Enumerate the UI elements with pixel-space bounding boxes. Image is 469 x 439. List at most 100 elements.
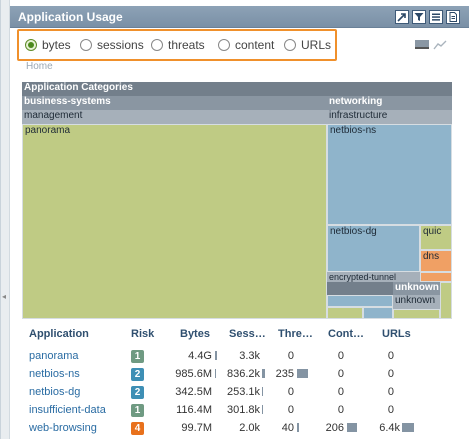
widget-titlebar: Application Usage xyxy=(10,6,469,28)
treemap-leaf-small[interactable] xyxy=(393,309,440,319)
radio-urls[interactable]: URLs xyxy=(284,38,331,52)
treemap-subcategory-infrastructure[interactable]: infrastructure xyxy=(327,110,452,124)
radio-label: URLs xyxy=(301,38,332,52)
table-row[interactable]: insufficient-data 1 116.4M 301.8k 0 0 0 xyxy=(22,402,462,420)
treemap-leaf-netbios-ns[interactable]: netbios-ns xyxy=(327,124,452,225)
risk-badge: 1 xyxy=(131,404,144,417)
urls-value: 0 xyxy=(387,368,394,380)
radio-label: threats xyxy=(168,38,205,52)
radio-content[interactable]: content xyxy=(218,38,274,52)
collapse-arrow-icon[interactable]: ◂ xyxy=(2,292,6,302)
app-link[interactable]: netbios-ns xyxy=(29,368,80,380)
treemap-leaf-label: unknown xyxy=(395,295,436,306)
metric-selector: bytes sessions threats content URLs xyxy=(17,29,337,61)
sessions-value: 836.2k xyxy=(226,368,260,380)
treemap-subcategory-unknown[interactable]: unknown xyxy=(393,282,440,295)
bytes-value: 4.4G xyxy=(188,350,212,362)
bytes-value: 99.7M xyxy=(181,422,212,434)
threats-value: 0 xyxy=(287,386,294,398)
treemap-category-business-systems[interactable]: business-systems xyxy=(22,96,327,110)
col-risk[interactable]: Risk xyxy=(131,328,154,340)
app-link[interactable]: insufficient-data xyxy=(29,404,106,416)
treemap-block-dark[interactable] xyxy=(327,282,393,295)
breadcrumb-home[interactable]: Home xyxy=(26,61,53,72)
application-usage-widget: ◂ Application Usage bytes sessions threa… xyxy=(0,0,469,439)
radio-selected-indicator xyxy=(25,39,37,51)
line-chart-icon[interactable] xyxy=(433,40,447,50)
risk-badge: 2 xyxy=(131,386,144,399)
app-link[interactable]: web-browsing xyxy=(29,422,97,434)
table-row[interactable]: web-browsing 4 99.7M 2.0k 40 206 6.4k xyxy=(22,420,462,438)
treemap-leaf-small[interactable] xyxy=(327,307,363,319)
treemap-category-label: business-systems xyxy=(24,96,111,107)
bytes-value: 342.5M xyxy=(175,386,212,398)
treemap-leaf-small[interactable] xyxy=(363,307,393,319)
treemap-leaf-label: netbios-ns xyxy=(330,125,377,136)
treemap-leaf-label: quic xyxy=(423,226,442,237)
collapse-strip[interactable]: ◂ xyxy=(1,0,10,439)
filter-icon[interactable] xyxy=(412,10,426,24)
threats-bar xyxy=(297,369,308,378)
radio-label: bytes xyxy=(42,38,71,52)
content-value: 0 xyxy=(337,386,344,398)
document-icon[interactable] xyxy=(446,10,460,24)
treemap-leaf-small[interactable] xyxy=(420,272,452,282)
risk-badge: 2 xyxy=(131,368,144,381)
treemap-subcategory-encrypted-tunnel[interactable]: encrypted-tunnel xyxy=(327,272,420,282)
table-row[interactable]: netbios-dg 2 342.5M 253.1k 0 0 0 xyxy=(22,384,462,402)
treemap-subcategory-label: encrypted-tunnel xyxy=(329,272,397,282)
sessions-value: 2.0k xyxy=(239,422,260,434)
treemap-leaf-small[interactable] xyxy=(327,295,393,307)
radio-label: content xyxy=(235,38,275,52)
table-row[interactable]: netbios-ns 2 985.6M 836.2k 235 0 0 xyxy=(22,366,462,384)
radio-threats[interactable]: threats xyxy=(151,38,205,52)
treemap-subcategory-label: infrastructure xyxy=(329,110,388,121)
treemap-leaf-panorama[interactable]: panorama xyxy=(22,124,327,319)
urls-bar xyxy=(402,423,414,432)
radio-indicator xyxy=(151,39,163,51)
jump-to-icon[interactable] xyxy=(395,10,409,24)
sessions-bar xyxy=(262,369,265,378)
app-link[interactable]: panorama xyxy=(29,350,79,362)
treemap-category-label: networking xyxy=(329,96,383,107)
col-content[interactable]: Cont… xyxy=(328,328,364,340)
treemap-leaf-netbios-dg[interactable]: netbios-dg xyxy=(327,225,420,272)
radio-sessions[interactable]: sessions xyxy=(80,38,144,52)
app-link[interactable]: netbios-dg xyxy=(29,386,80,398)
bar-chart-icon[interactable] xyxy=(415,40,429,49)
widget-title: Application Usage xyxy=(18,10,123,24)
col-bytes[interactable]: Bytes xyxy=(180,328,210,340)
table-row[interactable]: panorama 1 4.4G 3.3k 0 0 0 xyxy=(22,348,462,366)
threats-value: 40 xyxy=(281,422,294,434)
content-bar xyxy=(347,423,357,432)
treemap-leaf-quic[interactable]: quic xyxy=(420,225,452,250)
treemap-subcategory-management[interactable]: management xyxy=(22,110,327,124)
threats-bar xyxy=(297,423,299,432)
threats-value: 0 xyxy=(287,350,294,362)
treemap-leaf-dns[interactable]: dns xyxy=(420,250,452,272)
treemap-leaf-label: dns xyxy=(423,251,440,262)
bytes-bar xyxy=(215,351,217,360)
treemap-root-header[interactable]: Application Categories xyxy=(22,82,452,96)
treemap-subcategory-label: unknown xyxy=(395,282,439,293)
treemap-leaf-label: netbios-dg xyxy=(330,226,377,237)
treemap-leaf-unknown[interactable]: unknown xyxy=(393,295,440,309)
threats-value: 0 xyxy=(287,404,294,416)
radio-bytes[interactable]: bytes xyxy=(25,38,71,52)
col-sessions[interactable]: Sess… xyxy=(229,328,266,340)
list-icon[interactable] xyxy=(429,10,443,24)
treemap-subcategory-label: management xyxy=(24,110,83,121)
treemap-leaf-small[interactable] xyxy=(440,282,452,319)
sessions-value: 3.3k xyxy=(239,350,260,362)
treemap-category-networking[interactable]: networking xyxy=(327,96,452,110)
treemap-root-label: Application Categories xyxy=(24,82,133,93)
col-application[interactable]: Application xyxy=(29,328,89,340)
col-threats[interactable]: Thre… xyxy=(278,328,313,340)
radio-indicator xyxy=(284,39,296,51)
urls-value: 0 xyxy=(387,350,394,362)
col-urls[interactable]: URLs xyxy=(382,328,411,340)
sessions-value: 301.8k xyxy=(226,404,260,416)
threats-value: 235 xyxy=(275,368,294,380)
bytes-value: 985.6M xyxy=(175,368,212,380)
risk-badge: 4 xyxy=(131,422,144,435)
